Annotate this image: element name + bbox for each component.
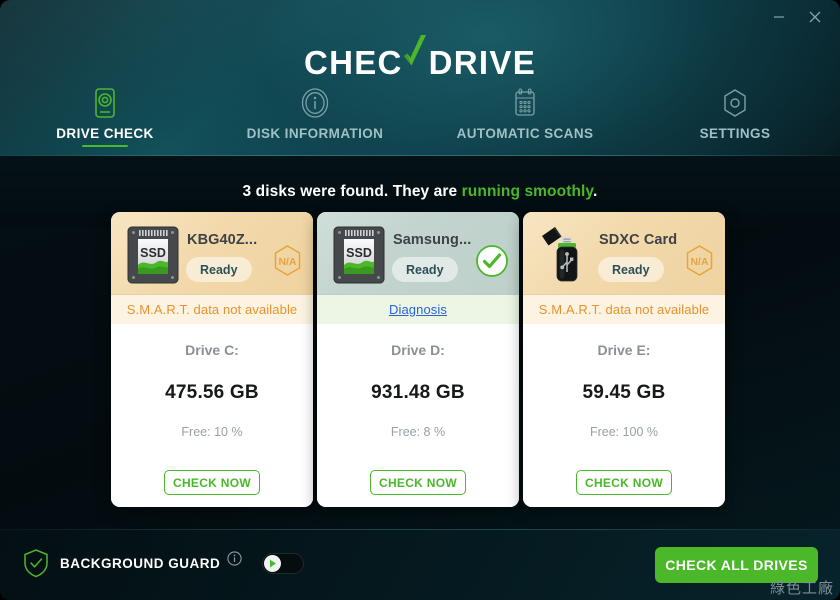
drive-card-title: SDXC Card: [599, 232, 678, 248]
check-now-button[interactable]: CHECK NOW: [164, 470, 260, 495]
drive-card[interactable]: SSD KBG40Z... Ready N/A S.M.A.R.T. data …: [111, 212, 313, 507]
nav-label-drive-check: DRIVE CHECK: [56, 126, 154, 141]
info-circle-icon: [300, 87, 330, 119]
smart-status-band: S.M.A.R.T. data not available: [111, 294, 313, 324]
nav-item-disk-information[interactable]: DISK INFORMATION: [210, 86, 420, 152]
checkmark-k-icon: [403, 30, 429, 74]
shield-check-icon: [22, 548, 50, 578]
calendar-icon: [511, 87, 539, 119]
smart-status-band: S.M.A.R.T. data not available: [523, 294, 725, 324]
nav-active-underline: [82, 145, 128, 147]
check-now-button[interactable]: CHECK NOW: [370, 470, 466, 495]
drive-card-list: SSD KBG40Z... Ready N/A S.M.A.R.T. data …: [111, 212, 729, 507]
svg-text:SSD: SSD: [140, 246, 166, 260]
disks-status-text: 3 disks were found. They are running smo…: [243, 183, 598, 201]
toggle-knob: [264, 554, 282, 572]
hard-drive-icon: [92, 87, 118, 119]
drive-letter: Drive C:: [185, 342, 239, 358]
drive-card-body: Drive C: 475.56 GB Free: 10 % CHECK NOW: [111, 324, 313, 507]
usb-flash-drive-icon: [536, 224, 594, 286]
watermark: 綠色工廠: [769, 579, 834, 597]
smart-status-band: Diagnosis: [317, 294, 519, 324]
drive-letter: Drive D:: [391, 342, 445, 358]
drive-state-pill: Ready: [392, 257, 458, 282]
footer-bar: BACKGROUND GUARD CHECK ALL DRIVES 綠色工廠: [0, 529, 840, 600]
drive-capacity: 475.56 GB: [165, 382, 259, 403]
drive-free-space: Free: 8 %: [390, 425, 446, 439]
nav-label-settings: SETTINGS: [699, 126, 771, 141]
drive-capacity: 59.45 GB: [582, 382, 666, 403]
drive-letter: Drive E:: [597, 342, 651, 358]
close-icon: [809, 11, 821, 23]
drive-card-title: KBG40Z...: [187, 232, 258, 248]
nav-label-disk-information: DISK INFORMATION: [246, 126, 384, 141]
minimize-button[interactable]: [762, 4, 796, 30]
main-nav: DRIVE CHECK DISK INFORMATION AUTOMATIC S…: [0, 86, 840, 152]
status-suffix: .: [593, 183, 598, 200]
drive-free-space: Free: 10 %: [181, 425, 243, 439]
smart-status-text: S.M.A.R.T. data not available: [126, 302, 298, 317]
play-icon: [270, 559, 277, 567]
status-badge-na: N/A: [271, 244, 304, 277]
background-guard-group: BACKGROUND GUARD: [22, 548, 305, 578]
hex-nut-icon: [721, 87, 749, 119]
window-header: CHEC DRIVE DRIVE CHECK DISK INFORMATION …: [0, 0, 840, 156]
status-highlight: running smoothly: [461, 183, 594, 200]
drive-card[interactable]: SSD Samsung... Ready Diagnosis Drive D: …: [317, 212, 519, 507]
main-content: SSD KBG40Z... Ready N/A S.M.A.R.T. data …: [0, 212, 840, 529]
ssd-drive-icon: SSD: [124, 224, 182, 286]
drive-card[interactable]: SDXC Card Ready N/A S.M.A.R.T. data not …: [523, 212, 725, 507]
checkdrive-window: CHEC DRIVE DRIVE CHECK DISK INFORMATION …: [0, 0, 840, 600]
drive-free-space: Free: 100 %: [589, 425, 659, 439]
drive-capacity: 931.48 GB: [371, 382, 465, 403]
svg-text:N/A: N/A: [278, 256, 297, 268]
svg-text:SSD: SSD: [346, 246, 372, 260]
drive-state-pill: Ready: [186, 257, 252, 282]
footer-divider: [0, 529, 840, 530]
drive-card-body: Drive E: 59.45 GB Free: 100 % CHECK NOW: [523, 324, 725, 507]
drive-card-title: Samsung...: [393, 232, 472, 248]
drive-card-header: SDXC Card Ready N/A: [523, 212, 725, 294]
drive-card-body: Drive D: 931.48 GB Free: 8 % CHECK NOW: [317, 324, 519, 507]
logo-word-drive: DRIVE: [428, 44, 537, 81]
nav-item-automatic-scans[interactable]: AUTOMATIC SCANS: [420, 86, 630, 152]
diagnosis-link[interactable]: Diagnosis: [389, 302, 447, 317]
nav-item-settings[interactable]: SETTINGS: [630, 86, 840, 152]
info-icon[interactable]: [227, 550, 242, 566]
drive-card-header: SSD Samsung... Ready: [317, 212, 519, 294]
background-guard-label: BACKGROUND GUARD: [60, 555, 221, 571]
drive-card-header: SSD KBG40Z... Ready N/A: [111, 212, 313, 294]
nav-item-drive-check[interactable]: DRIVE CHECK: [0, 86, 210, 152]
check-now-button[interactable]: CHECK NOW: [576, 470, 672, 495]
minimize-icon: [774, 16, 784, 18]
status-badge-na: N/A: [683, 244, 716, 277]
drive-state-pill: Ready: [598, 257, 664, 282]
svg-text:N/A: N/A: [690, 256, 709, 268]
app-logo: CHEC DRIVE: [0, 30, 840, 81]
close-button[interactable]: [798, 4, 832, 30]
ssd-drive-icon: SSD: [330, 224, 388, 286]
status-badge-ok: [475, 244, 509, 278]
background-guard-toggle[interactable]: [262, 552, 305, 574]
smart-status-text: S.M.A.R.T. data not available: [538, 302, 710, 317]
status-prefix: 3 disks were found. They are: [242, 183, 462, 200]
logo-word-check: CHEC: [303, 44, 403, 81]
nav-label-automatic-scans: AUTOMATIC SCANS: [456, 126, 594, 141]
